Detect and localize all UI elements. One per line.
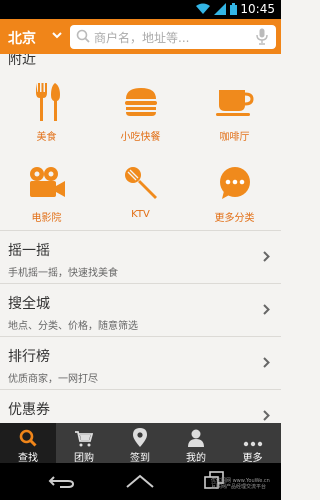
tab-checkin[interactable]: 签到 (112, 423, 168, 464)
tab-label: 查找 (18, 453, 38, 464)
list-item-desc: 手机摇一摇，快速找美食 (8, 268, 118, 279)
list-item-ranking[interactable]: 排行榜 优质商家，一网打尽 (0, 336, 281, 388)
home-icon[interactable] (124, 473, 156, 489)
category-cafe[interactable]: 咖啡厅 (188, 82, 281, 143)
nearby-section-title: 附近 (8, 54, 36, 68)
burger-icon (124, 88, 157, 116)
category-label: 更多分类 (214, 213, 255, 224)
back-icon[interactable] (48, 475, 76, 489)
category-ktv[interactable]: KTV (94, 163, 187, 220)
more-dots-icon (243, 441, 262, 447)
search-input[interactable]: 商户名，地址等... (94, 29, 189, 46)
main-content: 附近 美食 小吃快餐 咖啡厅 电影院 KTV 更多分类 摇一摇 手机摇一摇，快速… (0, 54, 281, 423)
list-item-coupons[interactable]: 优惠券 (0, 389, 281, 423)
tab-more[interactable]: 更多 (224, 423, 281, 464)
category-label: 小吃快餐 (120, 132, 161, 143)
list-item-desc: 地点、分类、价格，随意筛选 (8, 321, 138, 332)
status-icons (196, 3, 237, 15)
movie-camera-icon (29, 167, 65, 197)
tab-label: 签到 (130, 453, 150, 464)
tab-search[interactable]: 查找 (0, 423, 56, 464)
watermark: 优优图网 www.YouWe.cn 互联网产品经理交流平台 (211, 478, 270, 490)
bottom-tab-bar: 查找 团购 签到 我的 更多 (0, 423, 281, 464)
chevron-right-icon (263, 251, 270, 262)
category-cinema[interactable]: 电影院 (0, 163, 93, 224)
category-label: 美食 (36, 132, 57, 143)
search-box[interactable]: 商户名，地址等... (70, 25, 276, 49)
microphone-icon (124, 167, 157, 199)
list-item-shake[interactable]: 摇一摇 手机摇一摇，快速找美食 (0, 230, 281, 282)
location-pin-icon (133, 428, 147, 447)
category-label: KTV (131, 209, 150, 220)
city-selector[interactable]: 北京 (8, 28, 36, 48)
chevron-down-icon[interactable] (52, 32, 62, 39)
category-food[interactable]: 美食 (0, 82, 93, 143)
list-item-title: 搜全城 (8, 296, 50, 312)
chevron-right-icon (263, 304, 270, 315)
status-bar: 10:45 (0, 0, 281, 19)
fork-knife-icon (35, 83, 60, 121)
microphone-icon[interactable] (256, 28, 268, 45)
person-icon (188, 429, 204, 447)
more-bubble-icon (219, 167, 250, 199)
list-item-title: 摇一摇 (8, 243, 50, 259)
tab-label: 我的 (186, 453, 206, 464)
category-label: 电影院 (31, 213, 62, 224)
tab-label: 团购 (74, 453, 94, 464)
category-snack[interactable]: 小吃快餐 (94, 82, 187, 143)
tab-group-buy[interactable]: 团购 (56, 423, 112, 464)
list-item-city-search[interactable]: 搜全城 地点、分类、价格，随意筛选 (0, 283, 281, 335)
list-item-desc: 优质商家，一网打尽 (8, 374, 98, 385)
status-time: 10:45 (240, 2, 275, 16)
chevron-right-icon (263, 357, 270, 368)
signal-icon (214, 3, 226, 15)
tab-mine[interactable]: 我的 (168, 423, 224, 464)
search-icon (76, 29, 90, 43)
tab-label: 更多 (242, 453, 263, 464)
category-label: 咖啡厅 (219, 132, 250, 143)
list-item-title: 优惠券 (8, 402, 50, 418)
watermark-line: 互联网产品经理交流平台 (211, 484, 267, 490)
category-more[interactable]: 更多分类 (188, 163, 281, 224)
chevron-right-icon (263, 410, 270, 421)
list-item-title: 排行榜 (8, 349, 50, 365)
cart-icon (75, 431, 93, 447)
top-header: 北京 商户名，地址等... (0, 19, 281, 54)
coffee-cup-icon (215, 90, 254, 116)
battery-icon (230, 3, 237, 15)
wifi-icon (196, 3, 210, 14)
search-icon (19, 429, 37, 447)
